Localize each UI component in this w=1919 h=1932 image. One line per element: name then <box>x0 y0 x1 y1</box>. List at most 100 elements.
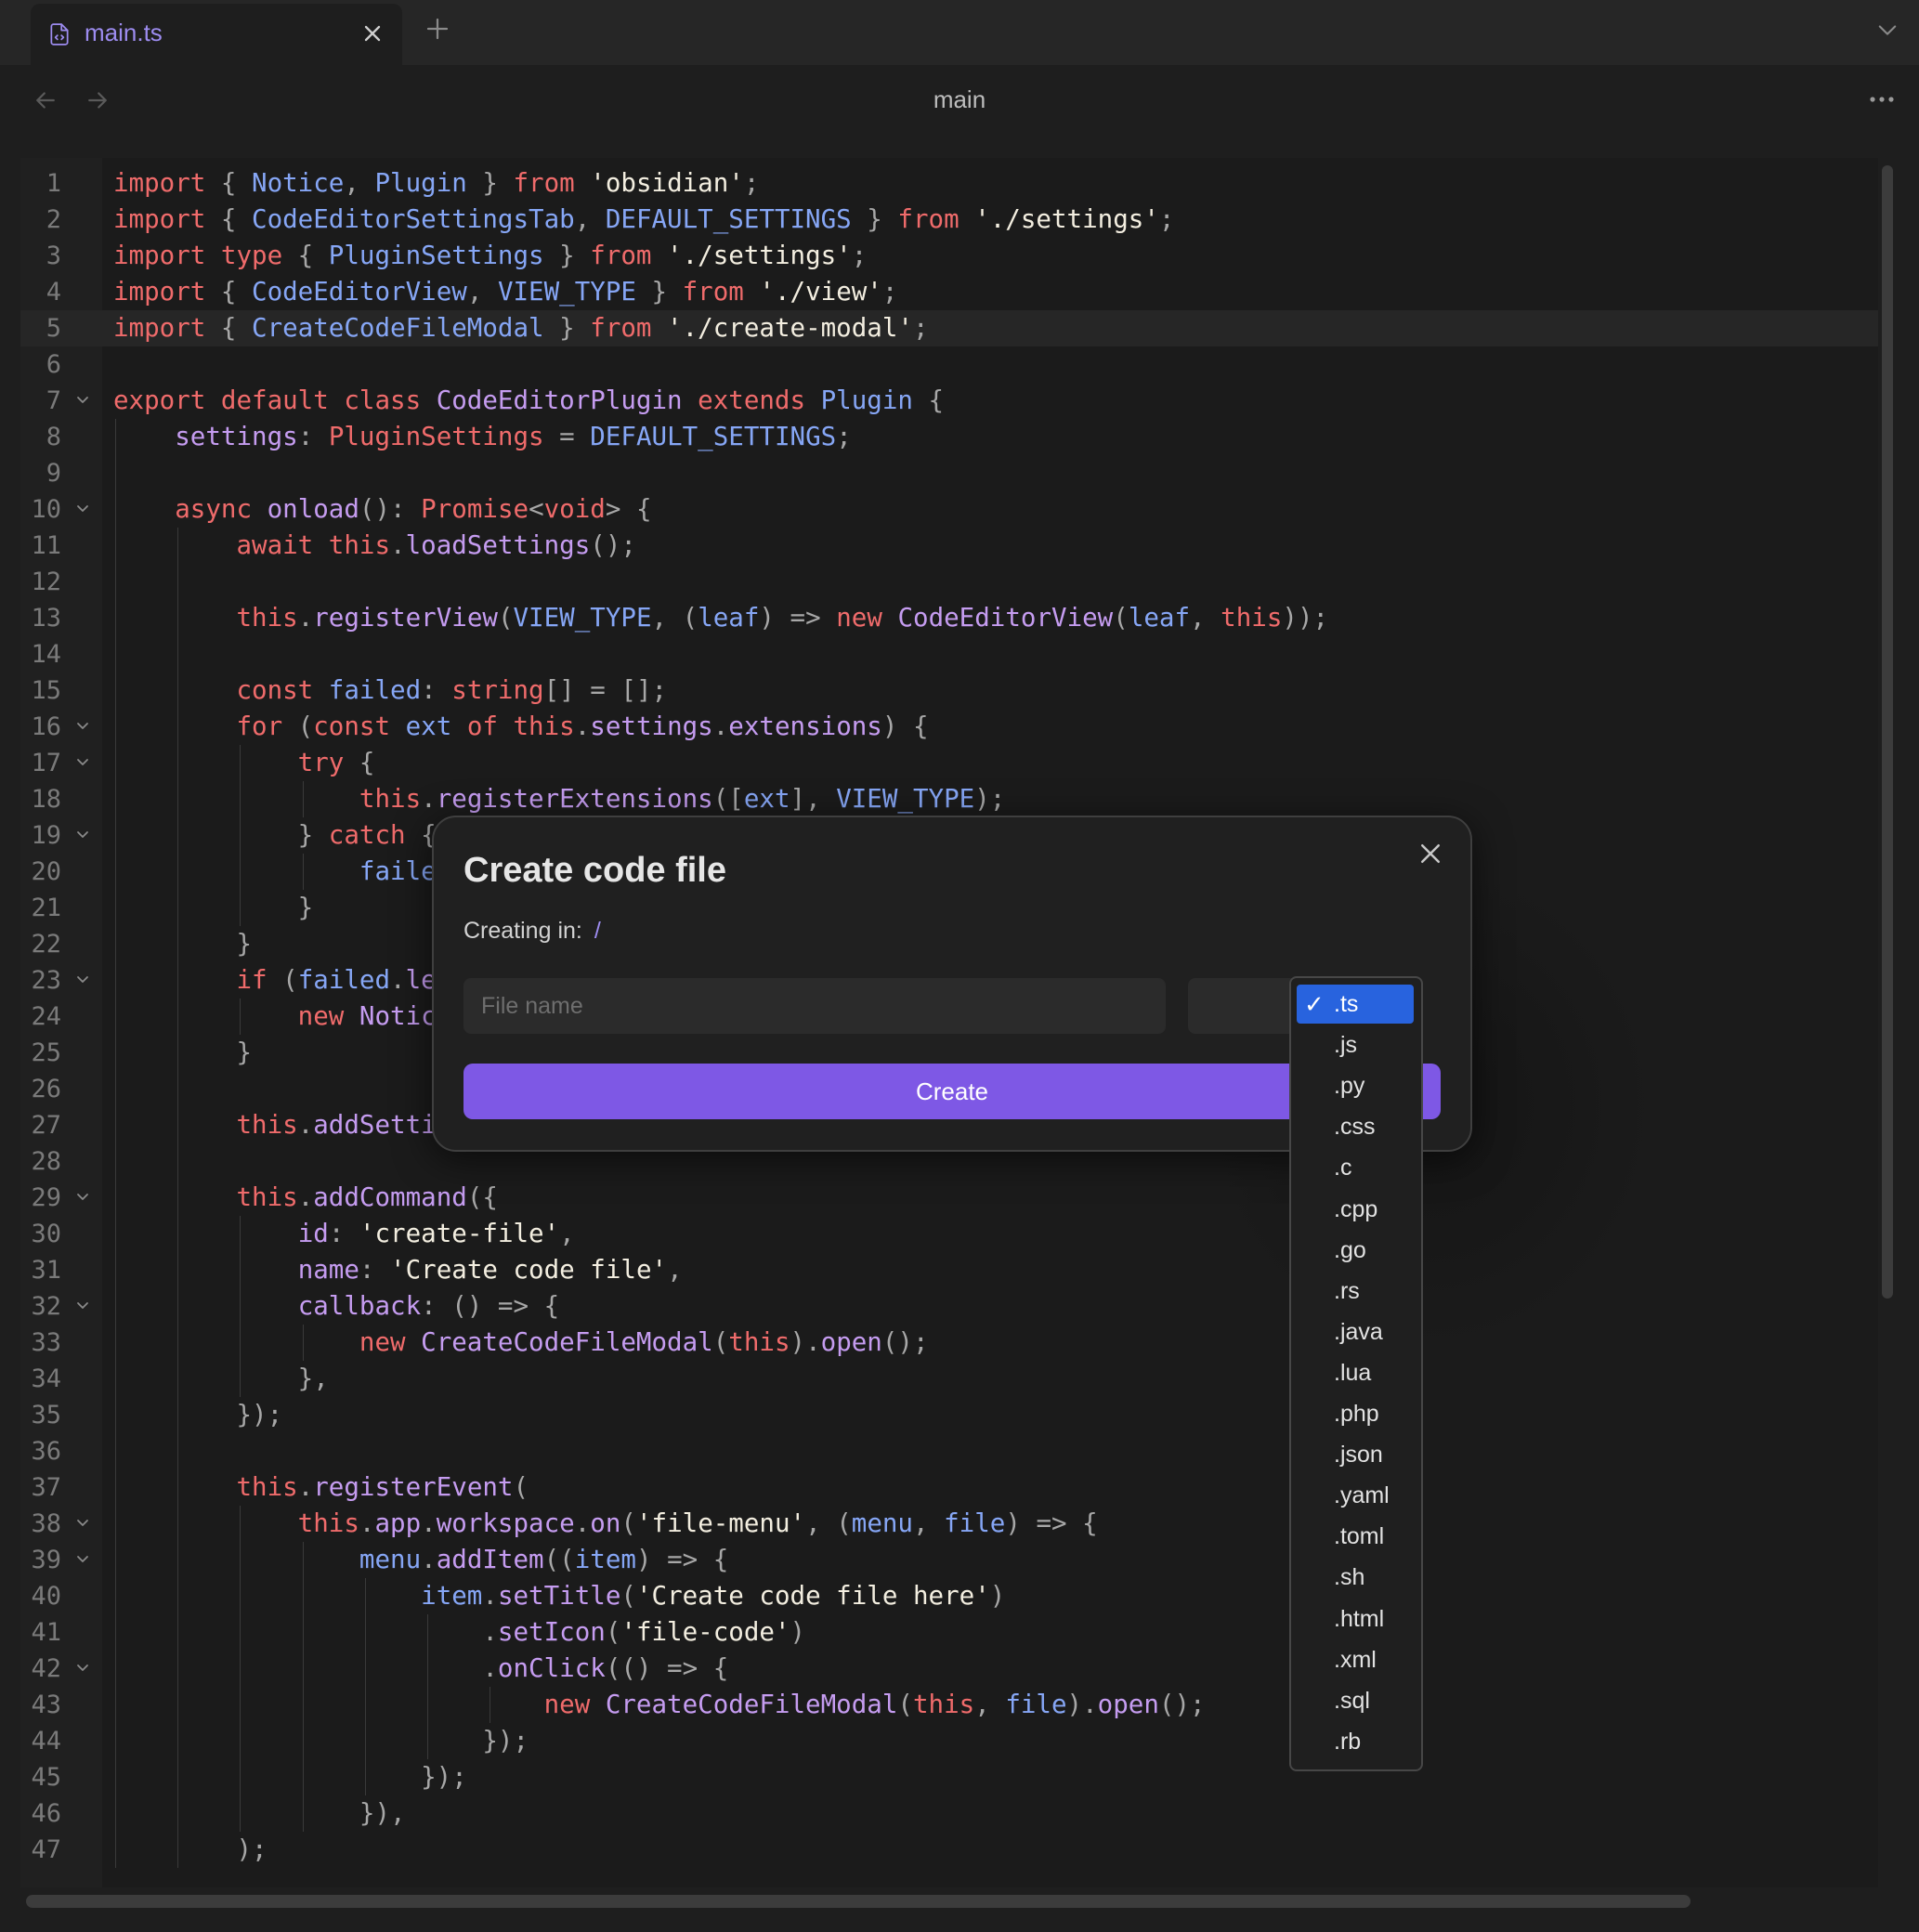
code-line[interactable]: 16 for (const ext of this.settings.exten… <box>20 709 1878 745</box>
code-line[interactable]: 13 this.registerView(VIEW_TYPE, (leaf) =… <box>20 600 1878 636</box>
fold-chevron-icon[interactable] <box>76 1664 89 1673</box>
line-number: 41 <box>31 1618 61 1647</box>
code-line[interactable]: 5 import { CreateCodeFileModal } from './… <box>20 310 1878 346</box>
code-line[interactable]: 11 await this.loadSettings(); <box>20 528 1878 564</box>
code-line[interactable]: 37 this.registerEvent( <box>20 1469 1878 1506</box>
extension-option[interactable]: .html <box>1297 1599 1414 1638</box>
fold-chevron-icon[interactable] <box>76 830 89 840</box>
code-line[interactable]: 45 }); <box>20 1759 1878 1795</box>
new-tab-icon[interactable] <box>424 15 451 43</box>
creating-in-path[interactable]: / <box>594 918 601 944</box>
fold-chevron-icon[interactable] <box>76 975 89 985</box>
code-text: item.setTitle('Create code file here') <box>421 1581 1006 1611</box>
code-text: this.app.workspace.on('file-menu', (menu… <box>113 1508 1098 1538</box>
fold-chevron-icon[interactable] <box>76 722 89 731</box>
extension-option[interactable]: ✓ .ts <box>1297 985 1414 1024</box>
extension-label: .html <box>1334 1605 1385 1632</box>
tab-main-ts[interactable]: main.ts <box>31 4 402 65</box>
line-number: 8 <box>46 423 61 451</box>
tab-bar: main.ts <box>0 0 1919 65</box>
extension-label: .c <box>1334 1155 1352 1181</box>
code-line[interactable]: 32 callback: () => { <box>20 1288 1878 1325</box>
code-line[interactable]: 14 <box>20 636 1878 672</box>
fold-chevron-icon[interactable] <box>76 1193 89 1202</box>
code-text: } catch { <box>113 820 437 850</box>
line-number: 11 <box>31 531 61 560</box>
fold-chevron-icon[interactable] <box>76 1301 89 1311</box>
extension-option[interactable]: .css <box>1297 1107 1414 1146</box>
extension-option[interactable]: .c <box>1297 1148 1414 1187</box>
code-line[interactable]: 2 import { CodeEditorSettingsTab, DEFAULT… <box>20 202 1878 238</box>
code-line[interactable]: 1 import { Notice, Plugin } from 'obsidia… <box>20 165 1878 202</box>
code-line[interactable]: 12 <box>20 564 1878 600</box>
code-text: }); <box>113 1762 467 1792</box>
code-line[interactable]: 7 export default class CodeEditorPlugin e… <box>20 383 1878 419</box>
line-number: 16 <box>31 712 61 741</box>
file-name-input[interactable] <box>463 978 1166 1034</box>
code-line[interactable]: 39 menu.addItem((item) => { <box>20 1542 1878 1578</box>
line-number: 12 <box>31 568 61 596</box>
code-line[interactable]: 10 async onload(): Promise<void> { <box>20 491 1878 528</box>
creating-in-label: Creating in: <box>463 918 582 944</box>
fold-chevron-icon[interactable] <box>76 758 89 767</box>
code-line[interactable]: 46 }), <box>20 1795 1878 1832</box>
extension-option[interactable]: .sh <box>1297 1558 1414 1597</box>
code-line[interactable]: 41 .setIcon('file-code') <box>20 1614 1878 1651</box>
extension-option[interactable]: .py <box>1297 1066 1414 1105</box>
chevron-down-icon[interactable] <box>1874 17 1900 43</box>
extension-option[interactable]: .rb <box>1297 1722 1414 1761</box>
code-line[interactable]: 3 import type { PluginSettings } from './… <box>20 238 1878 274</box>
code-line[interactable]: 38 this.app.workspace.on('file-menu', (m… <box>20 1506 1878 1542</box>
close-icon[interactable] <box>1416 840 1444 868</box>
code-text: }, <box>113 1364 329 1393</box>
fold-chevron-icon[interactable] <box>76 396 89 405</box>
line-number: 6 <box>46 350 61 379</box>
code-line[interactable]: 36 <box>20 1433 1878 1469</box>
extension-label: .css <box>1334 1114 1376 1141</box>
more-options-icon[interactable] <box>1865 85 1899 113</box>
fold-chevron-icon[interactable] <box>76 1519 89 1528</box>
code-text: name: 'Create code file', <box>297 1255 683 1285</box>
extension-option[interactable]: .toml <box>1297 1517 1414 1556</box>
code-line[interactable]: 40 item.setTitle('Create code file here'… <box>20 1578 1878 1614</box>
extension-option[interactable]: .lua <box>1297 1353 1414 1392</box>
code-line[interactable]: 43 new CreateCodeFileModal(this, file).o… <box>20 1687 1878 1723</box>
fold-chevron-icon[interactable] <box>76 504 89 514</box>
vertical-scrollbar[interactable] <box>1882 165 1893 1299</box>
extension-option[interactable]: .sql <box>1297 1681 1414 1720</box>
code-line[interactable]: 33 new CreateCodeFileModal(this).open(); <box>20 1325 1878 1361</box>
code-line[interactable]: 15 const failed: string[] = []; <box>20 672 1878 709</box>
code-line[interactable]: 47 ); <box>20 1832 1878 1868</box>
extension-option[interactable]: .cpp <box>1297 1190 1414 1229</box>
line-number: 21 <box>31 894 61 922</box>
extension-option[interactable]: .php <box>1297 1394 1414 1433</box>
code-line[interactable]: 18 this.registerExtensions([ext], VIEW_T… <box>20 781 1878 817</box>
horizontal-scrollbar[interactable] <box>26 1895 1691 1908</box>
extension-label: .rb <box>1334 1728 1362 1755</box>
code-text: import { CodeEditorSettingsTab, DEFAULT_… <box>113 204 1175 234</box>
code-line[interactable]: 9 <box>20 455 1878 491</box>
code-line[interactable]: 42 .onClick(() => { <box>20 1651 1878 1687</box>
code-text: callback: () => { <box>297 1291 560 1321</box>
extension-option[interactable]: .xml <box>1297 1640 1414 1679</box>
extension-option[interactable]: .java <box>1297 1312 1414 1351</box>
line-number: 38 <box>31 1509 61 1538</box>
fold-chevron-icon[interactable] <box>76 1555 89 1564</box>
extension-option[interactable]: .json <box>1297 1435 1414 1474</box>
extension-option[interactable]: .go <box>1297 1231 1414 1270</box>
code-line[interactable]: 34 }, <box>20 1361 1878 1397</box>
code-line[interactable]: 8 settings: PluginSettings = DEFAULT_SET… <box>20 419 1878 455</box>
code-text: new CreateCodeFileModal(this, file).open… <box>113 1690 1206 1719</box>
code-line[interactable]: 4 import { CodeEditorView, VIEW_TYPE } fr… <box>20 274 1878 310</box>
code-line[interactable]: 17 try { <box>20 745 1878 781</box>
line-number: 30 <box>31 1220 61 1248</box>
extension-option[interactable]: .rs <box>1297 1272 1414 1311</box>
code-line[interactable]: 44 }); <box>20 1723 1878 1759</box>
line-number: 26 <box>31 1075 61 1103</box>
close-tab-icon[interactable] <box>359 20 385 46</box>
code-line[interactable]: 6 <box>20 346 1878 383</box>
extension-option[interactable]: .js <box>1297 1025 1414 1064</box>
extension-option[interactable]: .yaml <box>1297 1476 1414 1515</box>
extension-label: .toml <box>1334 1523 1385 1550</box>
code-line[interactable]: 35 }); <box>20 1397 1878 1433</box>
